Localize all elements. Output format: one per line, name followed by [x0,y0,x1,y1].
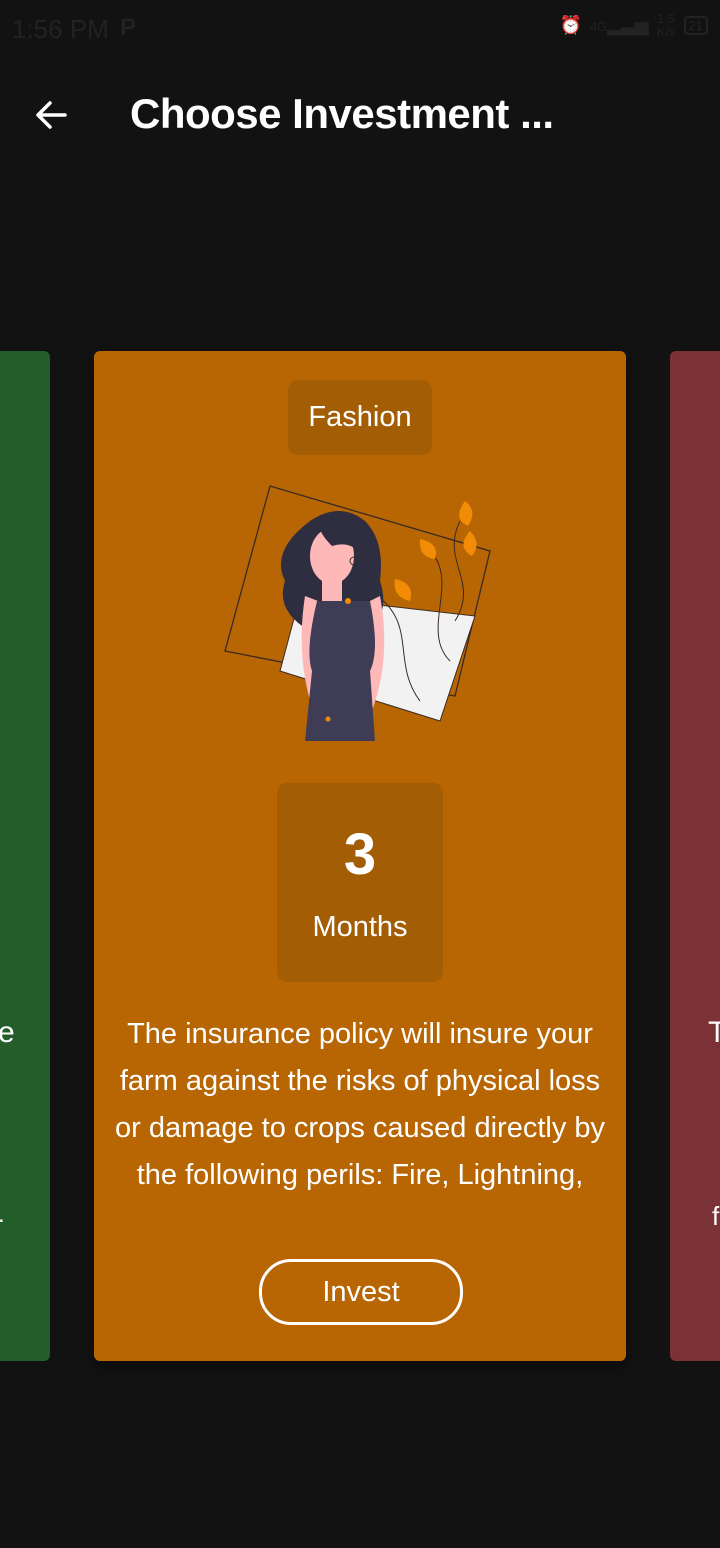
duration-value: 3 [343,822,377,887]
card-text-fragment: e [0,1016,15,1049]
network-speed: 1.5 K/s [656,11,676,39]
alarm-icon: ⏰ [559,14,582,35]
signal-icon: 4G▂▃▅ [589,14,649,35]
status-bar: 1:56 PM P ⏰ 4G▂▃▅ 1.5 K/s 21 [0,0,720,60]
arrow-left-icon [36,101,67,129]
duration-unit: Months [312,911,408,943]
card-description: The insurance policy will insure your fa… [114,1018,606,1191]
back-button[interactable] [26,90,76,140]
card-text-fragment: T [708,1016,720,1049]
screen: 1:56 PM P ⏰ 4G▂▃▅ 1.5 K/s 21 Choose Inves… [0,0,720,1548]
app-bar: Choose Investment ... [0,70,720,160]
investment-card-fashion[interactable]: Fashion 3 Months The insurance policy wi… [94,351,626,1361]
description-fade [114,1191,606,1231]
investment-card-next[interactable]: T f [670,351,720,1361]
fashion-woman-illustration [224,485,491,741]
status-time: 1:56 PM [12,14,109,44]
card-text-fragment: . [0,1201,5,1229]
description-container: The insurance policy will insure your fa… [114,1011,606,1231]
category-chip: Fashion [288,380,432,455]
status-icons: ⏰ 4G▂▃▅ 1.5 K/s 21 [559,12,708,38]
battery-icon: 21 [683,15,708,35]
page-title: Choose Investment ... [130,90,554,137]
duration-box: 3 Months [277,783,443,982]
investment-card-previous[interactable]: e . [0,351,50,1361]
invest-button[interactable]: Invest [259,1259,463,1325]
card-text-fragment: f [712,1201,720,1231]
parking-notification-icon: P [120,14,137,41]
